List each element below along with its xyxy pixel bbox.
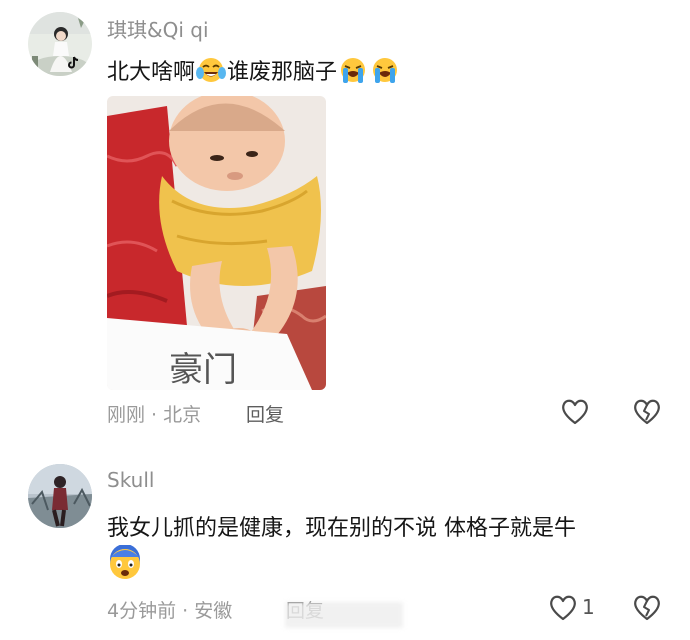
loudly-crying-emoji-icon (341, 58, 366, 83)
avatar-image (28, 12, 92, 76)
like-count: 1 (582, 595, 595, 619)
loudly-crying-emoji-icon (373, 58, 398, 83)
broken-heart-icon[interactable] (631, 396, 663, 428)
comment-meta: 刚刚 · 北京 (107, 404, 202, 426)
username[interactable]: 琪琪&Qi qi (107, 14, 209, 43)
reply-button[interactable]: 回复 (246, 400, 284, 427)
comment-text: 北大啥啊 谁废那脑子 (107, 54, 401, 86)
baby-photo: 豪门 (107, 96, 326, 390)
comment-item: 琪琪&Qi qi 北大啥啊 谁废那脑子 豪门 刚刚 · 北京 回复 (0, 0, 690, 440)
broken-heart-icon[interactable] (631, 592, 663, 624)
comment-text-part: 谁废那脑子 (227, 60, 338, 85)
comment-text: 我女儿抓的是健康，现在别的不说 体格子就是牛 (107, 516, 576, 541)
avatar[interactable] (28, 464, 92, 528)
tears-of-joy-emoji-icon (196, 58, 227, 82)
heart-outline-icon[interactable] (559, 396, 591, 428)
avatar-image (28, 464, 92, 528)
comment-meta: 4分钟前 · 安徽 (107, 600, 233, 622)
heart-outline-icon[interactable] (547, 592, 579, 624)
comment-image[interactable]: 豪门 (107, 96, 326, 390)
tiktok-icon (68, 56, 79, 69)
watermark-overlay (285, 602, 403, 628)
comment-text-part: 北大啥啊 (107, 60, 196, 85)
shocked-emoji-icon (110, 545, 140, 579)
image-caption: 豪门 (169, 350, 237, 390)
avatar[interactable] (28, 12, 92, 76)
username[interactable]: Skull (107, 468, 154, 492)
